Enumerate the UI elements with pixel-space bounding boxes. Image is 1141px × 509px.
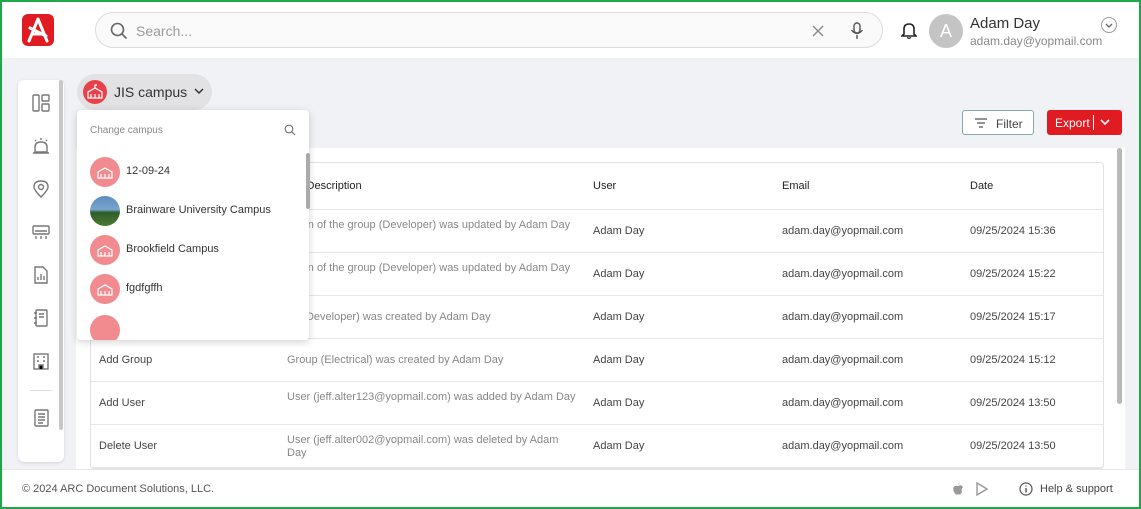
report-icon[interactable] bbox=[31, 265, 51, 285]
export-divider bbox=[1093, 115, 1094, 130]
email-cell: adam.day@yopmail.com bbox=[782, 311, 904, 323]
email-cell: adam.day@yopmail.com bbox=[782, 440, 904, 452]
email-cell: adam.day@yopmail.com bbox=[782, 354, 904, 366]
campus-icon bbox=[83, 80, 107, 104]
table-row[interactable]: Delete User User (jeff.alter002@yopmail.… bbox=[91, 425, 1103, 468]
description-cell: Group (Electrical) was created by Adam D… bbox=[287, 354, 504, 366]
microphone-icon[interactable] bbox=[850, 22, 864, 40]
notebook-icon[interactable] bbox=[31, 308, 51, 328]
activity-cell: Delete User bbox=[99, 440, 158, 452]
campus-option-label: fgdfgffh bbox=[126, 282, 163, 294]
user-cell: Adam Day bbox=[593, 268, 645, 280]
filter-icon bbox=[975, 118, 987, 128]
hvac-icon[interactable] bbox=[31, 222, 51, 242]
notification-bell-icon[interactable] bbox=[901, 21, 917, 39]
school-building-icon bbox=[87, 84, 103, 99]
user-cell: Adam Day bbox=[593, 311, 645, 323]
search-icon[interactable] bbox=[284, 124, 296, 136]
location-pin-icon[interactable] bbox=[31, 179, 51, 199]
building-icon bbox=[90, 235, 120, 265]
dropdown-scrollbar[interactable] bbox=[306, 153, 310, 209]
account-menu-button[interactable] bbox=[1101, 17, 1117, 33]
play-store-icon[interactable] bbox=[976, 482, 988, 496]
email-cell: adam.day@yopmail.com bbox=[782, 225, 904, 237]
search-icon bbox=[110, 22, 128, 40]
user-cell: Adam Day bbox=[593, 397, 645, 409]
chevron-down-icon[interactable] bbox=[1099, 116, 1111, 128]
user-name: Adam Day bbox=[970, 15, 1041, 32]
logo-a-icon bbox=[27, 17, 49, 43]
date-cell: 09/25/2024 13:50 bbox=[970, 440, 1056, 452]
building-icon bbox=[90, 315, 120, 340]
activity-cell: Add Group bbox=[99, 354, 153, 366]
user-cell: Adam Day bbox=[593, 440, 645, 452]
filter-button[interactable]: Filter bbox=[962, 110, 1034, 135]
dashboard-icon[interactable] bbox=[31, 93, 51, 113]
description-cell: User (jeff.alter123@yopmail.com) was add… bbox=[287, 391, 576, 403]
description-cell: User (jeff.alter002@yopmail.com) was del… bbox=[287, 434, 559, 459]
date-cell: 09/25/2024 15:22 bbox=[970, 268, 1056, 280]
user-cell: Adam Day bbox=[593, 354, 645, 366]
avatar[interactable]: A bbox=[929, 14, 963, 48]
chevron-down-icon bbox=[194, 88, 204, 95]
campus-option-label: Brookfield Campus bbox=[126, 243, 219, 255]
date-cell: 09/25/2024 15:17 bbox=[970, 311, 1056, 323]
campus-option[interactable]: 12-09-24 bbox=[90, 156, 290, 188]
building-icon[interactable] bbox=[31, 351, 51, 371]
export-button[interactable]: Export bbox=[1047, 110, 1122, 135]
campus-option-partial[interactable] bbox=[90, 314, 290, 340]
building-icon bbox=[90, 274, 120, 304]
filter-label: Filter bbox=[996, 117, 1023, 131]
campus-option[interactable]: Brainware University Campus bbox=[90, 195, 290, 227]
column-header-email[interactable]: Email bbox=[782, 180, 810, 192]
campus-option-label: Brainware University Campus bbox=[126, 204, 271, 216]
column-header-user[interactable]: User bbox=[593, 180, 616, 192]
date-cell: 09/25/2024 15:12 bbox=[970, 354, 1056, 366]
document-list-icon[interactable] bbox=[31, 408, 51, 428]
table-row[interactable]: Add Group Group (Electrical) was created… bbox=[91, 339, 1103, 382]
description-cell: mtion of the group (Developer) was updat… bbox=[287, 219, 571, 231]
campus-option[interactable]: Brookfield Campus bbox=[90, 234, 290, 266]
email-cell: adam.day@yopmail.com bbox=[782, 397, 904, 409]
nav-divider bbox=[30, 390, 52, 391]
campus-dropdown: Change campus 12-09-24 Brainware Univers… bbox=[77, 110, 309, 340]
selected-campus-label: JIS campus bbox=[114, 84, 188, 100]
description-cell: mtion of the group (Developer) was updat… bbox=[287, 262, 571, 274]
building-icon bbox=[90, 157, 120, 187]
dropdown-header: Change campus bbox=[90, 125, 163, 136]
search-bar[interactable]: Search... bbox=[95, 12, 883, 48]
user-email: adam.day@yopmail.com bbox=[970, 34, 1103, 48]
activity-cell: Add User bbox=[99, 397, 145, 409]
top-bar: Search... A Adam Day adam.day@yopmail.co… bbox=[2, 2, 1139, 58]
description-cell: up (Developer) was created by Adam Day bbox=[287, 311, 491, 323]
help-support-link[interactable]: Help & support bbox=[1040, 483, 1113, 495]
table-row[interactable]: Add User User (jeff.alter123@yopmail.com… bbox=[91, 382, 1103, 425]
copyright-text: © 2024 ARC Document Solutions, LLC. bbox=[22, 483, 215, 495]
info-icon[interactable] bbox=[1019, 482, 1033, 496]
campus-selector-button[interactable]: JIS campus bbox=[77, 74, 212, 110]
app-logo[interactable] bbox=[22, 14, 54, 46]
sidebar-scrollbar[interactable] bbox=[59, 80, 63, 430]
date-cell: 09/25/2024 15:36 bbox=[970, 225, 1056, 237]
chevron-down-icon bbox=[1105, 23, 1113, 28]
alarm-icon[interactable] bbox=[31, 136, 51, 156]
campus-option[interactable]: fgdfgffh bbox=[90, 273, 290, 305]
campus-photo bbox=[90, 196, 120, 226]
footer: © 2024 ARC Document Solutions, LLC. Help… bbox=[2, 469, 1139, 507]
export-label: Export bbox=[1055, 116, 1090, 130]
column-header-date[interactable]: Date bbox=[970, 180, 993, 192]
side-navigation bbox=[18, 80, 64, 462]
clear-icon[interactable] bbox=[812, 25, 824, 37]
user-cell: Adam Day bbox=[593, 225, 645, 237]
date-cell: 09/25/2024 13:50 bbox=[970, 397, 1056, 409]
table-scrollbar[interactable] bbox=[1117, 148, 1122, 404]
email-cell: adam.day@yopmail.com bbox=[782, 268, 904, 280]
campus-option-label: 12-09-24 bbox=[126, 165, 171, 177]
search-input[interactable]: Search... bbox=[136, 23, 192, 39]
apple-icon[interactable] bbox=[952, 482, 964, 496]
